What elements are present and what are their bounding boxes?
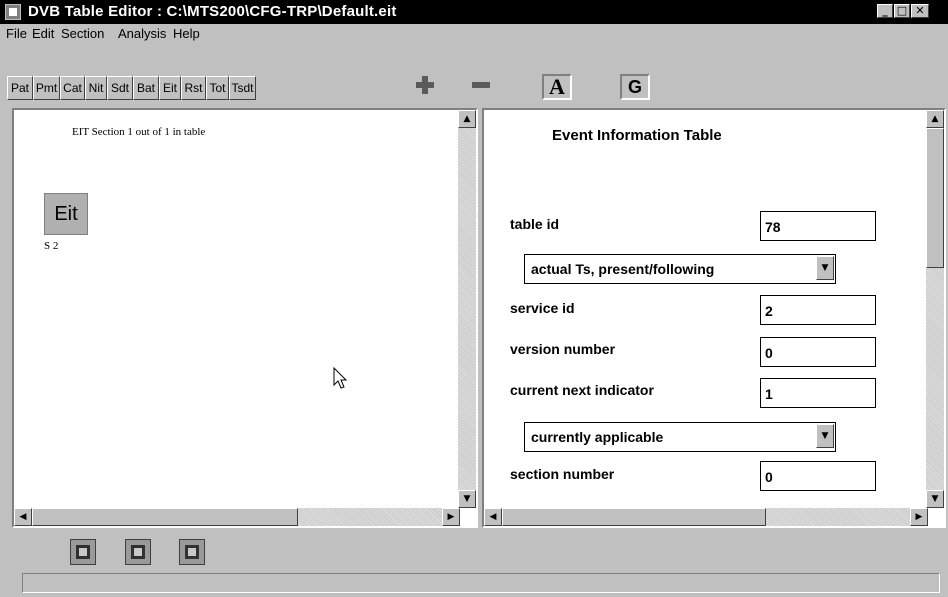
right-vertical-scrollbar[interactable]: ▲ ▼ bbox=[926, 110, 944, 508]
current-next-select-value: currently applicable bbox=[531, 429, 664, 445]
panel-title: Event Information Table bbox=[552, 127, 722, 144]
current-next-indicator-label: current next indicator bbox=[510, 382, 654, 398]
a-button[interactable]: A bbox=[542, 74, 572, 100]
table-id-label: table id bbox=[510, 216, 560, 232]
menu-bar: File Edit Section Analysis Help bbox=[0, 24, 948, 46]
eit-section-node[interactable]: Eit bbox=[44, 193, 88, 235]
edit-section-icon[interactable] bbox=[125, 539, 151, 565]
plus-icon bbox=[416, 76, 434, 94]
minus-icon bbox=[472, 82, 490, 88]
scroll-right-button[interactable]: ▶ bbox=[910, 508, 928, 526]
scroll-right-button[interactable]: ▶ bbox=[442, 508, 460, 526]
tab-pat[interactable]: Pat bbox=[7, 76, 33, 100]
table-id-field[interactable]: 78 bbox=[760, 211, 876, 241]
last-section-icon[interactable] bbox=[179, 539, 205, 565]
tree-panel: EIT Section 1 out of 1 in table ▲ ▼ ◀ ▶ bbox=[12, 108, 478, 528]
menu-analysis[interactable]: Analysis bbox=[118, 26, 166, 41]
tab-pmt[interactable]: Pmt bbox=[33, 76, 60, 100]
tab-nit[interactable]: Nit bbox=[85, 76, 107, 100]
scroll-up-button[interactable]: ▲ bbox=[458, 110, 476, 128]
service-id-label: service id bbox=[510, 300, 575, 316]
menu-edit[interactable]: Edit bbox=[32, 26, 54, 41]
properties-panel: ▲ ▼ ◀ ▶ bbox=[482, 108, 946, 528]
version-number-label: version number bbox=[510, 341, 616, 357]
left-horizontal-scrollbar[interactable]: ◀ ▶ bbox=[14, 508, 460, 526]
tab-sdt[interactable]: Sdt bbox=[107, 76, 133, 100]
table-id-select-value: actual Ts, present/following bbox=[531, 261, 715, 277]
menu-help[interactable]: Help bbox=[173, 26, 200, 41]
tab-bat[interactable]: Bat bbox=[133, 76, 159, 100]
status-bar bbox=[22, 573, 940, 593]
scroll-thumb[interactable] bbox=[502, 508, 766, 526]
tab-cat[interactable]: Cat bbox=[60, 76, 85, 100]
tab-rst[interactable]: Rst bbox=[181, 76, 206, 100]
mouse-pointer-icon bbox=[333, 367, 348, 389]
chevron-down-icon[interactable]: ▼ bbox=[816, 424, 834, 448]
app-icon[interactable] bbox=[5, 4, 21, 20]
toolbar: Pat Pmt Cat Nit Sdt Bat Eit Rst Tot Tsdt… bbox=[0, 46, 948, 104]
menu-section[interactable]: Section bbox=[61, 26, 104, 41]
scroll-up-button[interactable]: ▲ bbox=[926, 110, 944, 128]
close-button[interactable]: ✕ bbox=[911, 4, 929, 18]
remove-button[interactable] bbox=[467, 74, 495, 100]
tab-eit[interactable]: Eit bbox=[159, 76, 181, 100]
right-horizontal-scrollbar[interactable]: ◀ ▶ bbox=[484, 508, 928, 526]
g-button[interactable]: G bbox=[620, 74, 650, 100]
scroll-thumb[interactable] bbox=[32, 508, 298, 526]
node-caption: S 2 bbox=[44, 240, 59, 252]
tab-tsdt[interactable]: Tsdt bbox=[229, 76, 256, 100]
service-id-field[interactable]: 2 bbox=[760, 295, 876, 325]
minimize-button[interactable]: _ bbox=[877, 4, 893, 18]
add-button[interactable] bbox=[411, 74, 439, 100]
section-heading: EIT Section 1 out of 1 in table bbox=[72, 126, 206, 138]
tab-tot[interactable]: Tot bbox=[206, 76, 229, 100]
first-section-icon[interactable] bbox=[70, 539, 96, 565]
scroll-left-button[interactable]: ◀ bbox=[484, 508, 502, 526]
table-id-select[interactable]: actual Ts, present/following ▼ bbox=[524, 254, 836, 284]
scroll-down-button[interactable]: ▼ bbox=[926, 490, 944, 508]
section-number-field[interactable]: 0 bbox=[760, 461, 876, 491]
left-vertical-scrollbar[interactable]: ▲ ▼ bbox=[458, 110, 476, 508]
title-bar: DVB Table Editor : C:\MTS200\CFG-TRP\Def… bbox=[0, 0, 948, 24]
version-number-field[interactable]: 0 bbox=[760, 337, 876, 367]
chevron-down-icon[interactable]: ▼ bbox=[816, 256, 834, 280]
current-next-indicator-field[interactable]: 1 bbox=[760, 378, 876, 408]
scroll-left-button[interactable]: ◀ bbox=[14, 508, 32, 526]
section-number-label: section number bbox=[510, 466, 615, 482]
scroll-down-button[interactable]: ▼ bbox=[458, 490, 476, 508]
scroll-thumb[interactable] bbox=[926, 128, 944, 268]
menu-file[interactable]: File bbox=[6, 26, 27, 41]
current-next-select[interactable]: currently applicable ▼ bbox=[524, 422, 836, 452]
maximize-button[interactable]: □ bbox=[894, 4, 910, 18]
window-title: DVB Table Editor : C:\MTS200\CFG-TRP\Def… bbox=[28, 3, 397, 20]
